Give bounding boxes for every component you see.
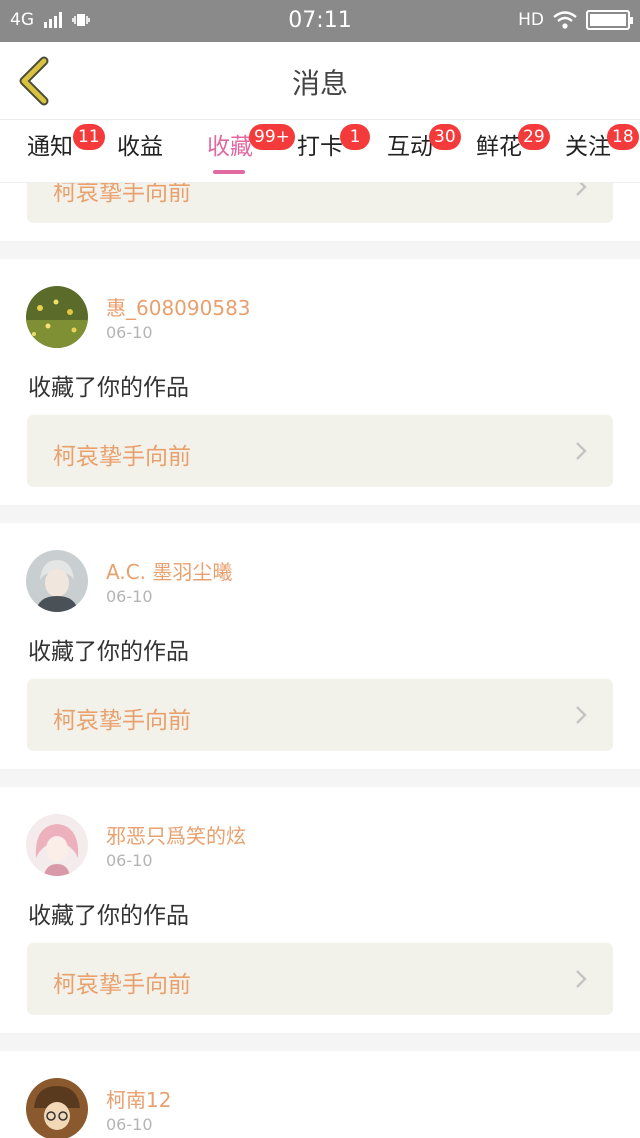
work-link[interactable]: 柯哀挚手向前 xyxy=(27,183,613,223)
avatar[interactable] xyxy=(26,550,88,612)
active-tab-indicator xyxy=(213,170,245,174)
tab-flowers[interactable]: 鲜花 29 xyxy=(464,124,550,182)
list-item: A.C. 墨羽尘曦 06-10 收藏了你的作品 柯哀挚手向前 xyxy=(0,523,640,769)
detective-avatar-icon xyxy=(26,1078,88,1138)
page-title: 消息 xyxy=(291,67,348,100)
tab-notifications[interactable]: 通知 11 xyxy=(15,124,105,182)
flower-field-avatar-icon xyxy=(26,286,88,348)
hd-indicator: HD xyxy=(518,10,544,30)
timestamp: 06-10 xyxy=(106,587,153,606)
work-title: 柯哀挚手向前 xyxy=(53,444,191,470)
tab-bar: 通知 11 收益 收藏 99+ 打卡 1 互动 30 鲜花 29 关注 18 xyxy=(0,120,640,183)
wifi-icon xyxy=(553,11,577,29)
chevron-right-icon xyxy=(576,442,587,460)
pink-hair-girl-avatar-icon xyxy=(26,814,88,876)
tab-badge: 29 xyxy=(518,124,550,150)
nav-bar: 消息 xyxy=(0,42,640,120)
timestamp: 06-10 xyxy=(106,1115,153,1134)
list-item: 邪恶只爲笑的炫 06-10 收藏了你的作品 柯哀挚手向前 xyxy=(0,787,640,1033)
favorites-feed: 柯哀挚手向前 惠_608090583 06-10 收藏了你的作品 柯哀挚手向前 xyxy=(0,183,640,1138)
work-link[interactable]: 柯哀挚手向前 xyxy=(27,679,613,751)
action-text: 收藏了你的作品 xyxy=(28,639,189,665)
avatar[interactable] xyxy=(26,814,88,876)
timestamp: 06-10 xyxy=(106,323,153,342)
action-text: 收藏了你的作品 xyxy=(28,903,189,929)
tab-favorites[interactable]: 收藏 99+ xyxy=(195,124,295,182)
tab-earnings[interactable]: 收益 xyxy=(105,132,175,182)
tab-follows[interactable]: 关注 18 xyxy=(553,124,639,182)
work-link[interactable]: 柯哀挚手向前 xyxy=(27,943,613,1015)
chevron-right-icon xyxy=(576,706,587,724)
chevron-right-icon xyxy=(576,183,587,196)
tab-badge: 18 xyxy=(607,124,639,150)
tab-checkin[interactable]: 打卡 1 xyxy=(285,124,370,182)
work-title: 柯哀挚手向前 xyxy=(53,708,191,734)
battery-icon xyxy=(586,10,633,30)
tab-label: 收益 xyxy=(117,134,163,160)
username[interactable]: A.C. 墨羽尘曦 xyxy=(106,556,232,585)
work-title: 柯哀挚手向前 xyxy=(53,972,191,998)
avatar[interactable] xyxy=(26,286,88,348)
list-item: 柯哀挚手向前 xyxy=(0,183,640,241)
action-text: 收藏了你的作品 xyxy=(28,375,189,401)
tab-interactions[interactable]: 互动 30 xyxy=(375,124,461,182)
avatar[interactable] xyxy=(26,1078,88,1138)
tab-badge: 30 xyxy=(429,124,461,150)
username[interactable]: 邪恶只爲笑的炫 xyxy=(106,820,246,849)
tab-badge: 11 xyxy=(73,124,105,150)
username[interactable]: 柯南12 xyxy=(106,1084,171,1113)
tab-badge: 1 xyxy=(340,124,370,150)
status-bar: 4G 07:11 HD xyxy=(0,0,640,42)
list-item: 柯南12 06-10 xyxy=(0,1051,640,1138)
username[interactable]: 惠_608090583 xyxy=(106,292,251,321)
work-title: 柯哀挚手向前 xyxy=(53,183,191,206)
list-item: 惠_608090583 06-10 收藏了你的作品 柯哀挚手向前 xyxy=(0,259,640,505)
anime-boy-avatar-icon xyxy=(26,550,88,612)
timestamp: 06-10 xyxy=(106,851,153,870)
work-link[interactable]: 柯哀挚手向前 xyxy=(27,415,613,487)
chevron-right-icon xyxy=(576,970,587,988)
